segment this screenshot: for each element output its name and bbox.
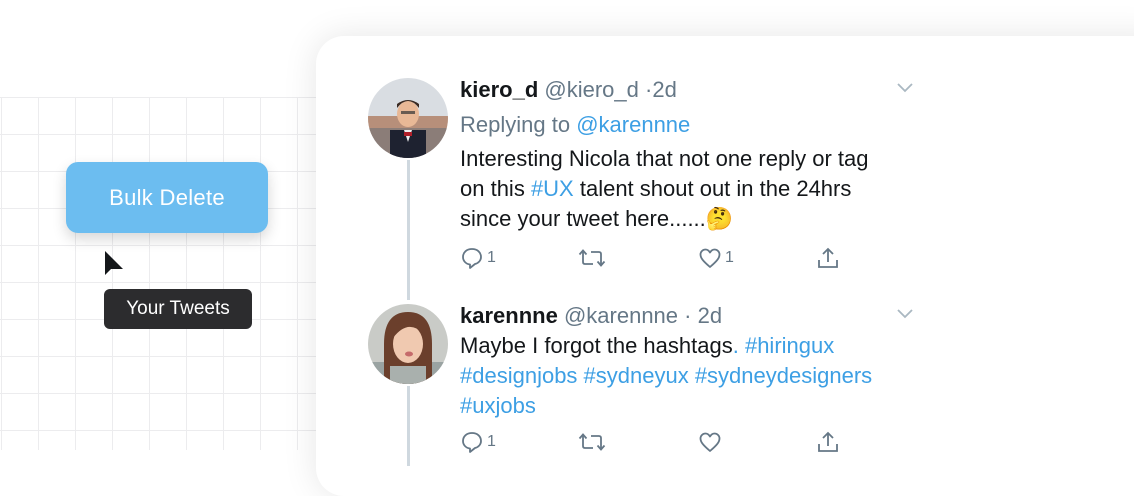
- handle[interactable]: @kiero_d: [544, 77, 639, 102]
- like-button[interactable]: 1: [698, 246, 734, 270]
- like-icon: [699, 248, 721, 268]
- display-name[interactable]: karennne: [460, 303, 558, 328]
- tweet-2: karennne @karennne · 2d Maybe I forgot t…: [460, 302, 940, 421]
- hashtag-link[interactable]: . #hiringux: [733, 333, 835, 358]
- reply-to-link[interactable]: @karennne: [576, 112, 690, 137]
- timestamp[interactable]: ·2d: [645, 77, 677, 102]
- share-button[interactable]: [816, 246, 840, 270]
- share-icon: [818, 431, 838, 452]
- avatar[interactable]: [368, 304, 448, 384]
- grid-background: [0, 97, 340, 450]
- tweet-text: Maybe I forgot the hashtags. #hiringux #…: [460, 331, 940, 421]
- retweet-icon: [578, 249, 606, 267]
- avatar[interactable]: [368, 78, 448, 158]
- chevron-down-icon[interactable]: [896, 82, 914, 94]
- tweet-header: kiero_d @kiero_d ·2d: [460, 76, 940, 104]
- hashtag-line[interactable]: #designjobs #sydneyux #sydneydesigners: [460, 361, 940, 391]
- reply-count: 1: [487, 249, 496, 266]
- tweet-text: Interesting Nicola that not one reply or…: [460, 144, 940, 234]
- tweet-actions: 1 1: [460, 246, 860, 272]
- handle[interactable]: @karennne: [564, 303, 678, 328]
- timestamp[interactable]: · 2d: [684, 303, 722, 328]
- tweet-text-line: since your tweet here......🤔: [460, 206, 734, 231]
- reply-prefix: Replying to: [460, 112, 571, 137]
- chevron-down-icon[interactable]: [896, 308, 914, 320]
- reply-button[interactable]: 1: [460, 246, 496, 270]
- share-icon: [818, 247, 838, 268]
- tweet-text-line: Maybe I forgot the hashtags. #hiringux: [460, 331, 940, 361]
- reply-button[interactable]: 1: [460, 430, 496, 454]
- tweet-text-line: on this #UX talent shout out in the 24hr…: [460, 174, 940, 204]
- retweet-button[interactable]: [578, 246, 606, 270]
- hashtag-link[interactable]: #UX: [531, 176, 574, 201]
- like-icon: [699, 432, 721, 452]
- reply-icon: [462, 248, 482, 269]
- tweet-1: kiero_d @kiero_d ·2d Replying to @karenn…: [460, 76, 940, 234]
- thread-connector: [407, 160, 410, 300]
- tweet-text-line: Interesting Nicola that not one reply or…: [460, 146, 869, 171]
- reply-count: 1: [487, 433, 496, 450]
- tweet-header: karennne @karennne · 2d: [460, 302, 940, 330]
- share-button[interactable]: [816, 430, 840, 454]
- reply-icon: [462, 432, 482, 453]
- your-tweets-tooltip: Your Tweets: [104, 289, 252, 329]
- tweet-actions: 1: [460, 430, 860, 456]
- like-button[interactable]: [698, 430, 725, 454]
- thread-connector: [407, 386, 410, 466]
- like-count: 1: [725, 249, 734, 266]
- hashtag-line[interactable]: #uxjobs: [460, 391, 940, 421]
- cursor-arrow-icon: [105, 251, 123, 275]
- reply-context: Replying to @karennne: [460, 111, 940, 139]
- text-segment: Maybe I forgot the hashtags: [460, 333, 733, 358]
- retweet-icon: [578, 433, 606, 451]
- bulk-delete-button[interactable]: Bulk Delete: [66, 162, 268, 233]
- text-segment: talent shout out in the 24hrs: [573, 176, 852, 201]
- tweet-thread-card: kiero_d @kiero_d ·2d Replying to @karenn…: [316, 36, 1134, 496]
- display-name[interactable]: kiero_d: [460, 77, 538, 102]
- retweet-button[interactable]: [578, 430, 606, 454]
- text-segment: on this: [460, 176, 531, 201]
